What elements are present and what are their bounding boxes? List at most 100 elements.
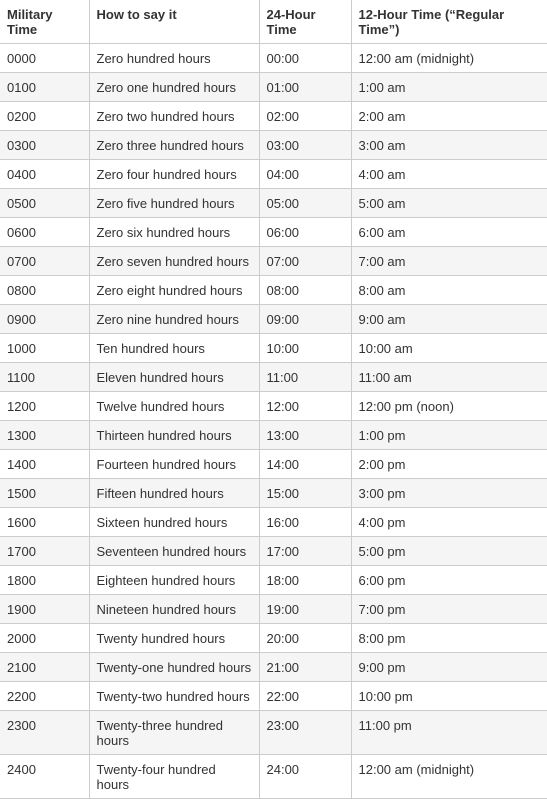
cell-24-hour: 07:00 bbox=[259, 246, 352, 276]
cell-24-hour: 16:00 bbox=[259, 507, 352, 537]
cell-how-to-say: Fourteen hundred hours bbox=[89, 449, 260, 479]
cell-12-hour: 12:00 pm (noon) bbox=[351, 391, 547, 421]
cell-12-hour: 4:00 am bbox=[351, 159, 547, 189]
cell-12-hour: 7:00 am bbox=[351, 246, 547, 276]
cell-24-hour: 08:00 bbox=[259, 275, 352, 305]
cell-how-to-say: Zero five hundred hours bbox=[89, 188, 260, 218]
cell-12-hour: 10:00 am bbox=[351, 333, 547, 363]
table-row: 0600 Zero six hundred hours 06:00 6:00 am bbox=[0, 217, 547, 247]
table-row: 1000 Ten hundred hours 10:00 10:00 am bbox=[0, 333, 547, 363]
cell-military-time: 0900 bbox=[0, 304, 90, 334]
cell-how-to-say: Twenty-one hundred hours bbox=[89, 652, 260, 682]
cell-24-hour: 21:00 bbox=[259, 652, 352, 682]
cell-12-hour: 8:00 pm bbox=[351, 623, 547, 653]
cell-24-hour: 01:00 bbox=[259, 72, 352, 102]
cell-how-to-say: Zero three hundred hours bbox=[89, 130, 260, 160]
cell-12-hour: 4:00 pm bbox=[351, 507, 547, 537]
cell-military-time: 1500 bbox=[0, 478, 90, 508]
cell-12-hour: 5:00 am bbox=[351, 188, 547, 218]
cell-military-time: 1300 bbox=[0, 420, 90, 450]
cell-24-hour: 02:00 bbox=[259, 101, 352, 131]
table-row: 1100 Eleven hundred hours 11:00 11:00 am bbox=[0, 362, 547, 392]
table-row: 0100 Zero one hundred hours 01:00 1:00 am bbox=[0, 72, 547, 102]
cell-12-hour: 9:00 pm bbox=[351, 652, 547, 682]
cell-military-time: 2300 bbox=[0, 710, 90, 755]
header-12-hour: 12-Hour Time (“Regular Time”) bbox=[351, 0, 547, 44]
cell-military-time: 0300 bbox=[0, 130, 90, 160]
cell-24-hour: 14:00 bbox=[259, 449, 352, 479]
cell-24-hour: 17:00 bbox=[259, 536, 352, 566]
cell-military-time: 2000 bbox=[0, 623, 90, 653]
cell-military-time: 2200 bbox=[0, 681, 90, 711]
cell-24-hour: 13:00 bbox=[259, 420, 352, 450]
cell-12-hour: 6:00 am bbox=[351, 217, 547, 247]
table-row: 0500 Zero five hundred hours 05:00 5:00 am bbox=[0, 188, 547, 218]
cell-military-time: 2400 bbox=[0, 754, 90, 799]
cell-12-hour: 10:00 pm bbox=[351, 681, 547, 711]
cell-how-to-say: Eighteen hundred hours bbox=[89, 565, 260, 595]
cell-12-hour: 6:00 pm bbox=[351, 565, 547, 595]
cell-12-hour: 11:00 pm bbox=[351, 710, 547, 755]
cell-24-hour: 03:00 bbox=[259, 130, 352, 160]
cell-how-to-say: Seventeen hundred hours bbox=[89, 536, 260, 566]
cell-military-time: 1000 bbox=[0, 333, 90, 363]
cell-12-hour: 12:00 am (midnight) bbox=[351, 43, 547, 73]
table-row: 2300 Twenty-three hundred hours 23:00 11:00… bbox=[0, 710, 547, 755]
cell-how-to-say: Sixteen hundred hours bbox=[89, 507, 260, 537]
table-row: 1300 Thirteen hundred hours 13:00 1:00 pm bbox=[0, 420, 547, 450]
table-row: 0900 Zero nine hundred hours 09:00 9:00 am bbox=[0, 304, 547, 334]
header-military-time: Military Time bbox=[0, 0, 90, 44]
cell-24-hour: 12:00 bbox=[259, 391, 352, 421]
cell-military-time: 0600 bbox=[0, 217, 90, 247]
cell-12-hour: 3:00 am bbox=[351, 130, 547, 160]
table-row: 2100 Twenty-one hundred hours 21:00 9:00 pm bbox=[0, 652, 547, 682]
table-row: 1400 Fourteen hundred hours 14:00 2:00 pm bbox=[0, 449, 547, 479]
cell-24-hour: 20:00 bbox=[259, 623, 352, 653]
cell-how-to-say: Ten hundred hours bbox=[89, 333, 260, 363]
cell-how-to-say: Twenty-four hundred hours bbox=[89, 754, 260, 799]
cell-24-hour: 24:00 bbox=[259, 754, 352, 799]
cell-military-time: 1600 bbox=[0, 507, 90, 537]
table-row: 0300 Zero three hundred hours 03:00 3:00 am bbox=[0, 130, 547, 160]
cell-military-time: 0400 bbox=[0, 159, 90, 189]
cell-how-to-say: Twenty hundred hours bbox=[89, 623, 260, 653]
cell-how-to-say: Zero nine hundred hours bbox=[89, 304, 260, 334]
cell-12-hour: 12:00 am (midnight) bbox=[351, 754, 547, 799]
cell-military-time: 1700 bbox=[0, 536, 90, 566]
cell-how-to-say: Eleven hundred hours bbox=[89, 362, 260, 392]
cell-military-time: 0500 bbox=[0, 188, 90, 218]
cell-12-hour: 3:00 pm bbox=[351, 478, 547, 508]
table-row: 2200 Twenty-two hundred hours 22:00 10:00 p… bbox=[0, 681, 547, 711]
cell-12-hour: 7:00 pm bbox=[351, 594, 547, 624]
cell-24-hour: 23:00 bbox=[259, 710, 352, 755]
cell-how-to-say: Zero six hundred hours bbox=[89, 217, 260, 247]
cell-military-time: 0700 bbox=[0, 246, 90, 276]
cell-how-to-say: Nineteen hundred hours bbox=[89, 594, 260, 624]
table-row: 0700 Zero seven hundred hours 07:00 7:00 am bbox=[0, 246, 547, 276]
cell-how-to-say: Zero four hundred hours bbox=[89, 159, 260, 189]
military-time-table: Military Time How to say it 24-Hour Time… bbox=[0, 0, 547, 799]
table-row: 1800 Eighteen hundred hours 18:00 6:00 pm bbox=[0, 565, 547, 595]
cell-24-hour: 10:00 bbox=[259, 333, 352, 363]
cell-12-hour: 1:00 am bbox=[351, 72, 547, 102]
cell-military-time: 0200 bbox=[0, 101, 90, 131]
cell-military-time: 2100 bbox=[0, 652, 90, 682]
table-row: 1900 Nineteen hundred hours 19:00 7:00 pm bbox=[0, 594, 547, 624]
cell-24-hour: 19:00 bbox=[259, 594, 352, 624]
cell-military-time: 1800 bbox=[0, 565, 90, 595]
cell-12-hour: 1:00 pm bbox=[351, 420, 547, 450]
cell-12-hour: 2:00 pm bbox=[351, 449, 547, 479]
cell-how-to-say: Zero eight hundred hours bbox=[89, 275, 260, 305]
cell-military-time: 0000 bbox=[0, 43, 90, 73]
cell-12-hour: 2:00 am bbox=[351, 101, 547, 131]
cell-how-to-say: Twelve hundred hours bbox=[89, 391, 260, 421]
cell-how-to-say: Fifteen hundred hours bbox=[89, 478, 260, 508]
table-row: 1200 Twelve hundred hours 12:00 12:00 pm (n… bbox=[0, 391, 547, 421]
cell-military-time: 1900 bbox=[0, 594, 90, 624]
cell-24-hour: 09:00 bbox=[259, 304, 352, 334]
table-row: 0200 Zero two hundred hours 02:00 2:00 am bbox=[0, 101, 547, 131]
cell-how-to-say: Zero hundred hours bbox=[89, 43, 260, 73]
table-row: 2000 Twenty hundred hours 20:00 8:00 pm bbox=[0, 623, 547, 653]
cell-military-time: 1200 bbox=[0, 391, 90, 421]
table-row: 1500 Fifteen hundred hours 15:00 3:00 pm bbox=[0, 478, 547, 508]
